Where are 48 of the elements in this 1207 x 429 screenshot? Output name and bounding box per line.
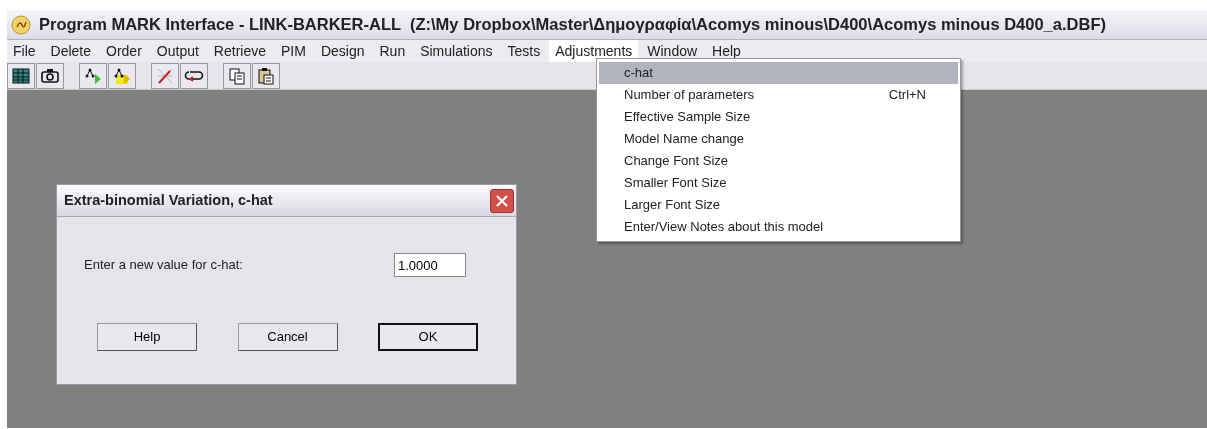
app-icon bbox=[11, 14, 31, 35]
shortcut-label: Ctrl+N bbox=[888, 86, 926, 105]
menu-item[interactable]: Run bbox=[373, 39, 412, 63]
menu-item[interactable]: Delete bbox=[44, 39, 98, 63]
menu-option[interactable]: Smaller Font Size bbox=[599, 172, 958, 194]
window-title: Program MARK Interface - LINK-BARKER-ALL (Z:\My Dropbox\Master\Δημογραφία\Acomys minous\D400\Acomys minous D400_a.DBF) bbox=[39, 14, 1106, 36]
option-label: Number of parameters bbox=[624, 86, 755, 105]
menu-item[interactable]: Tests bbox=[501, 39, 547, 63]
toolbar-button[interactable] bbox=[108, 62, 136, 89]
menu-option[interactable]: Larger Font Size bbox=[599, 194, 958, 216]
dialog-title: Extra-binomial Variation, c-hat bbox=[64, 190, 273, 210]
menu-option[interactable]: Change Font Size bbox=[599, 150, 958, 172]
copy-icon bbox=[227, 65, 247, 86]
close-button[interactable] bbox=[490, 188, 514, 213]
menu-option[interactable]: c-hat bbox=[599, 62, 958, 84]
dialog-button[interactable]: OK bbox=[378, 323, 478, 351]
menu-item[interactable]: Design bbox=[314, 39, 371, 63]
menu-item[interactable]: Output bbox=[150, 39, 205, 63]
menu-option[interactable]: Enter/View Notes about this model bbox=[599, 216, 958, 238]
dialog-button[interactable]: Cancel bbox=[237, 323, 338, 351]
option-label: Larger Font Size bbox=[624, 196, 721, 215]
toolbar-button[interactable] bbox=[79, 62, 107, 89]
table-icon bbox=[11, 65, 31, 86]
option-label: Effective Sample Size bbox=[624, 108, 751, 127]
toolbar-button[interactable] bbox=[7, 62, 35, 89]
value-field[interactable]: 1.0000 bbox=[394, 253, 466, 277]
option-label: Enter/View Notes about this model bbox=[624, 218, 824, 237]
menu-item[interactable]: Retrieve bbox=[207, 39, 272, 63]
menu-option[interactable]: Number of parameters Ctrl+N bbox=[599, 84, 958, 106]
close-icon bbox=[495, 193, 509, 208]
paste-icon bbox=[256, 65, 276, 86]
menu-item[interactable]: PIM bbox=[275, 39, 312, 63]
toolbar-button[interactable] bbox=[252, 62, 280, 89]
menu-item[interactable]: Order bbox=[100, 39, 148, 63]
menu-item[interactable]: Window bbox=[641, 39, 704, 63]
menu-item[interactable]: Help bbox=[706, 39, 747, 63]
dialog-button[interactable]: Help bbox=[97, 323, 197, 351]
option-label: c-hat bbox=[624, 64, 653, 83]
option-label: Model Name change bbox=[624, 130, 744, 149]
menu-item[interactable]: Simulations bbox=[414, 39, 499, 63]
option-label: Smaller Font Size bbox=[624, 174, 727, 193]
prompt-label: Enter a new value for c-hat: bbox=[84, 256, 243, 275]
option-label: Change Font Size bbox=[624, 152, 729, 171]
menu-option[interactable]: Model Name change bbox=[599, 128, 958, 150]
menu-item[interactable]: File bbox=[7, 39, 42, 63]
toolbar-button[interactable] bbox=[180, 62, 208, 89]
toolbar-button[interactable] bbox=[36, 62, 64, 89]
menu-option[interactable]: Effective Sample Size bbox=[599, 106, 958, 128]
